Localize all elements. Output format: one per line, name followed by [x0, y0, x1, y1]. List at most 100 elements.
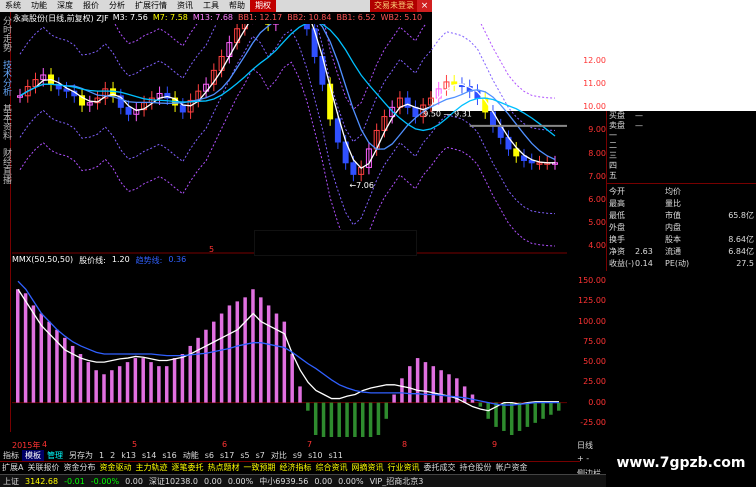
mid-annotation: 9.50 — 9.31	[423, 110, 472, 119]
osc-bar	[313, 402, 318, 435]
menu-item-8[interactable]: 帮助	[224, 0, 250, 12]
ext-tool-13[interactable]: 持仓股份	[457, 462, 493, 473]
indicator-tool-7[interactable]: s14	[139, 451, 159, 460]
menu-item-1[interactable]: 功能	[26, 0, 52, 12]
indicator-value: 6.52	[355, 13, 376, 22]
quote-level-dash: —	[635, 121, 643, 130]
osc-bar	[117, 366, 122, 403]
indicator-tool-14[interactable]: 对比	[268, 450, 290, 461]
ext-tool-14[interactable]: 帐户资金	[493, 462, 529, 473]
quote-stat-row: 收益(-) 0.14 PE(动) 27.5	[607, 258, 756, 270]
indicator-tool-8[interactable]: s16	[159, 451, 179, 460]
ext-tool-6[interactable]: 热点题材	[205, 462, 241, 473]
osc-bar	[345, 402, 349, 437]
indicator-tool-0[interactable]: 指标	[0, 450, 22, 461]
zoom-buttons[interactable]: + -	[577, 454, 606, 463]
menu-item-2[interactable]: 深度	[52, 0, 78, 12]
trade-login-button[interactable]: 交易未登录	[370, 0, 418, 12]
status-item: 深证10238.0	[148, 476, 199, 486]
osc-tick: 50.00	[583, 357, 606, 367]
quote-panel: 买盘 — 卖盘 — 一二三四五今开 均价 最高 量比 最低 市值 65.8亿 外盘 内盘 换手 股本 8.64…	[606, 111, 756, 271]
menu-item-4[interactable]: 分析	[104, 0, 130, 12]
ext-tool-8[interactable]: 经济指标	[277, 462, 313, 473]
stat-label: 净资	[609, 247, 625, 256]
indicator-tool-9[interactable]: 动能	[180, 450, 202, 461]
ext-tool-11[interactable]: 行业资讯	[385, 462, 421, 473]
menu-item-9[interactable]: 期权	[250, 0, 276, 12]
osc-bar	[78, 354, 83, 403]
quote-level-row: 四	[607, 161, 756, 171]
quote-level-row: 卖盘 —	[607, 121, 756, 131]
osc-bar	[180, 354, 185, 403]
ext-tool-3[interactable]: 资金驱动	[97, 462, 133, 473]
osc-bar	[235, 301, 240, 403]
osc-tick: 0.00	[588, 397, 606, 407]
ext-tool-2[interactable]: 资金分布	[61, 462, 97, 473]
left-tab-1[interactable]: 技术分析	[0, 56, 11, 100]
quote-level-label: 四	[609, 161, 617, 170]
ext-tool-0[interactable]: 扩展A	[0, 462, 25, 473]
stat-label-2: 均价	[665, 187, 681, 196]
indicator-tool-4[interactable]: 1	[96, 451, 107, 460]
indicator-label: BB1:	[238, 13, 257, 22]
stat-label-2: 市值	[665, 211, 681, 220]
ext-tool-7[interactable]: 一致预期	[241, 462, 277, 473]
ext-tool-1[interactable]: 关联报价	[25, 462, 61, 473]
quote-level-row: 三	[607, 151, 756, 161]
indicator-tool-11[interactable]: s17	[217, 451, 237, 460]
indicator-tool-16[interactable]: s10	[305, 451, 325, 460]
ext-tool-5[interactable]: 逐笔委托	[169, 462, 205, 473]
osc-bar	[251, 289, 255, 403]
ext-tool-12[interactable]: 委托成交	[421, 462, 457, 473]
osc-bar	[353, 402, 357, 437]
osc-bar	[172, 358, 177, 403]
osc-line2-value: 0.36	[168, 255, 187, 264]
indicator-tool-3[interactable]: 另存为	[66, 450, 96, 461]
menu-item-3[interactable]: 报价	[78, 0, 104, 12]
menu-item-5[interactable]: 扩展行情	[130, 0, 172, 12]
price-tick: 6.00	[588, 194, 606, 204]
indicator-values: M3: 7.56 M7: 7.58 M13: 7.68 BB1: 12.17 BB2: …	[113, 13, 427, 24]
indicator-tool-15[interactable]: s9	[290, 451, 305, 460]
indicator-tool-10[interactable]: s6	[202, 451, 217, 460]
indicator-tool-1[interactable]: 模板	[22, 450, 44, 461]
osc-bar	[321, 402, 326, 437]
indicator-5: BB1: 6.52	[336, 13, 375, 22]
left-tab-2[interactable]: 基本资料	[0, 100, 11, 144]
close-icon[interactable]: ×	[417, 0, 432, 12]
ext-tool-10[interactable]: 网摘资讯	[349, 462, 385, 473]
osc-tick: 75.00	[583, 336, 606, 346]
candle-body	[125, 106, 132, 115]
status-item: 上证	[3, 476, 19, 486]
quote-level-label: 卖盘	[609, 121, 625, 130]
menu-item-7[interactable]: 工具	[198, 0, 224, 12]
osc-bar	[533, 402, 537, 423]
ext-tool-4[interactable]: 主力轨迹	[133, 462, 169, 473]
status-item: VIP_招商北京3	[369, 476, 424, 486]
oscillator-chart[interactable]	[12, 265, 567, 437]
ext-tool-9[interactable]: 综合资讯	[313, 462, 349, 473]
osc-bar	[290, 354, 294, 403]
chart-title-bar: 永高股份(日线,前复权) ZJF M3: 7.56 M7: 7.58 M13: 7.…	[13, 13, 427, 24]
osc-bar	[439, 370, 443, 403]
indicator-tool-12[interactable]: s5	[237, 451, 252, 460]
date-tick: 4	[42, 440, 48, 449]
stat-value	[635, 186, 665, 198]
indicator-tool-13[interactable]: s7	[253, 451, 268, 460]
menu-item-6[interactable]: 资讯	[172, 0, 198, 12]
left-tab-3[interactable]: 财经直播	[0, 144, 11, 188]
left-tab-0[interactable]: 分时走势	[0, 12, 11, 56]
indicator-tool-2[interactable]: 管理	[44, 450, 66, 461]
price-chart[interactable]: ←14.99←7.069.50 — 9.315	[12, 24, 567, 254]
indicator-label: WB2:	[380, 13, 402, 22]
indicator-tool-6[interactable]: k13	[118, 451, 139, 460]
menu-item-0[interactable]: 系统	[0, 0, 26, 12]
indicator-tool-5[interactable]: 2	[107, 451, 118, 460]
osc-bar	[509, 402, 514, 435]
osc-bar	[31, 305, 36, 403]
candle-body	[350, 162, 357, 175]
indicator-0: M3: 7.56	[113, 13, 148, 22]
stat-value-2: 27.5	[736, 259, 754, 268]
indicator-tool-17[interactable]: s11	[326, 451, 346, 460]
period-label[interactable]: 日线	[577, 440, 606, 451]
